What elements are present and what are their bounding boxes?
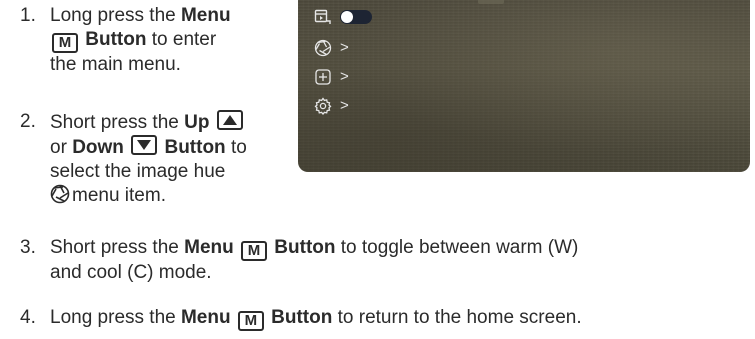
video-record-icon [314, 9, 331, 24]
step-2-text: Short press the Up or Down Button to sel… [20, 110, 310, 211]
menu-key-icon: M [52, 33, 78, 53]
step-text: to enter [151, 29, 217, 50]
step-number: 2. [20, 111, 36, 132]
step-text: Long press the [50, 307, 181, 328]
step-number: 4. [20, 307, 36, 328]
toggle-knob [341, 11, 353, 23]
up-arrow-key-icon [216, 110, 243, 130]
menu-item-image-hue: > [314, 38, 349, 58]
step-text: or [50, 137, 67, 158]
button-word: Button [85, 29, 147, 50]
plus-box-icon [315, 69, 331, 85]
menu-item-record [314, 7, 372, 27]
step-text: the main menu. [50, 54, 181, 75]
chevron-right-icon: > [340, 39, 349, 56]
instruction-page: 1. Long press the Menu M Button to enter… [0, 0, 755, 339]
menu-key-icon: M [241, 241, 268, 261]
step-text: to return to the home screen. [332, 307, 582, 328]
step-2: 2. Short press the Up or Down Button to … [20, 110, 310, 211]
menu-button-label: Menu [184, 237, 234, 258]
step-1-text: Long press the Menu M Button to enter th… [20, 4, 310, 77]
down-button-label: Down [72, 137, 124, 158]
menu-item-settings: > [314, 96, 349, 116]
step-number: 1. [20, 5, 36, 26]
step-text: to [230, 137, 247, 158]
chevron-right-icon: > [340, 68, 349, 85]
menu-button-label: Menu [180, 5, 231, 26]
image-hue-aperture-icon [314, 39, 332, 57]
button-word: Button [274, 237, 336, 258]
chevron-right-icon: > [340, 97, 349, 114]
down-arrow-key-icon [131, 135, 158, 155]
step-text: select the image hue [50, 161, 226, 182]
step-4: 4. Long press the Menu M Button to retur… [20, 306, 750, 331]
menu-key-icon: M [237, 311, 264, 331]
menu-item-plus: > [314, 67, 349, 87]
screen-reticle-mark [478, 0, 504, 4]
settings-gear-icon [314, 97, 332, 115]
step-text: menu item. [72, 185, 166, 206]
step-3-text: Short press the Menu M Button to toggle … [20, 236, 750, 285]
step-text: Long press the [50, 5, 181, 26]
record-toggle [340, 10, 372, 24]
step-number: 3. [20, 237, 36, 258]
button-word: Button [164, 137, 226, 158]
step-4-text: Long press the Menu M Button to return t… [20, 306, 750, 331]
image-hue-icon [50, 184, 70, 211]
step-text: Short press the [50, 237, 185, 258]
step-3: 3. Short press the Menu M Button to togg… [20, 236, 750, 285]
step-1: 1. Long press the Menu M Button to enter… [20, 4, 310, 77]
button-word: Button [271, 307, 333, 328]
menu-button-label: Menu [180, 307, 231, 328]
device-screen-image: > > > [298, 0, 750, 172]
up-button-label: Up [184, 112, 210, 133]
step-text: to toggle between warm (W) [335, 237, 579, 258]
step-text: and cool (C) mode. [50, 262, 212, 283]
step-text: Short press the [50, 112, 185, 133]
